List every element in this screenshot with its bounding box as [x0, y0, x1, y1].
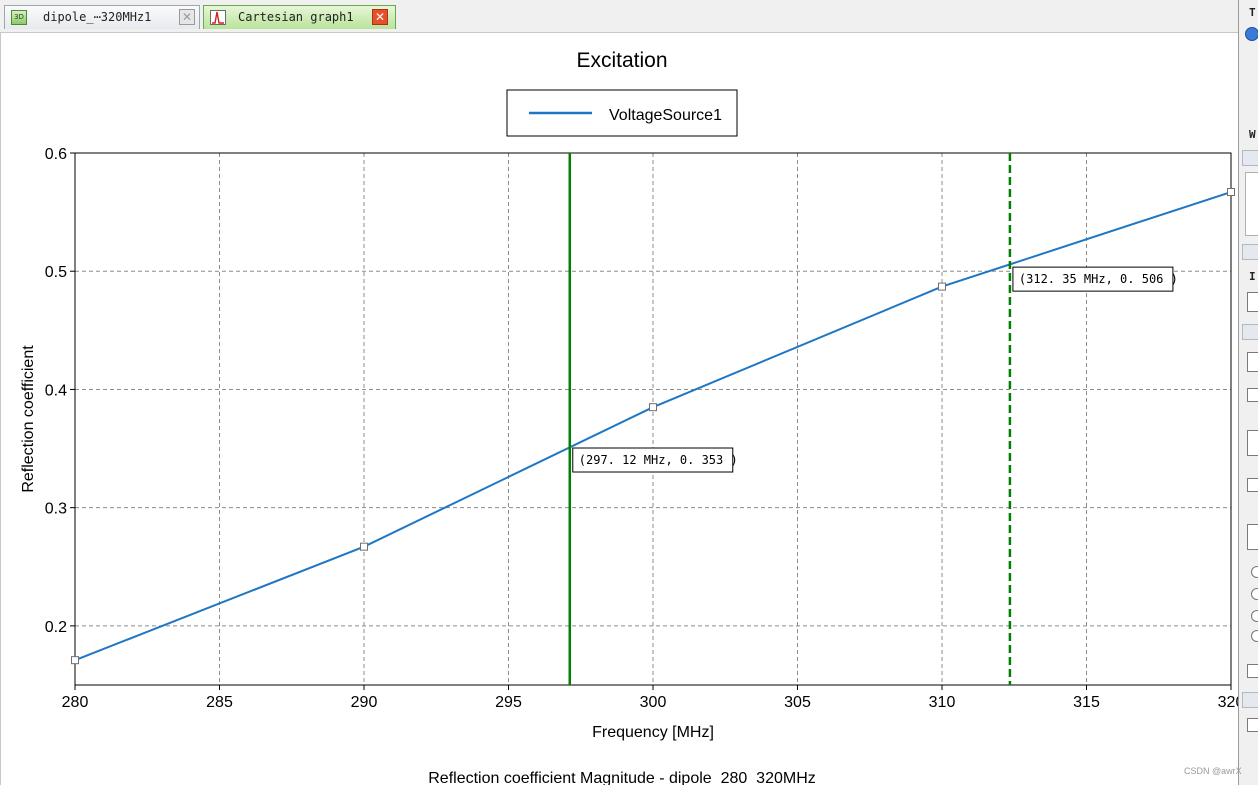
- y-tick-label: 0.5: [45, 264, 67, 281]
- panel-collapse-bar[interactable]: [1242, 150, 1258, 166]
- y-tick-label: 0.3: [45, 501, 67, 518]
- tab-dipole-3d-view[interactable]: 3D dipole_⋯320MHz1 ✕: [4, 5, 200, 29]
- panel-field[interactable]: [1247, 524, 1258, 550]
- panel-collapse-bar[interactable]: [1242, 692, 1258, 708]
- data-point: [938, 282, 946, 291]
- panel-text-box: [1245, 172, 1258, 236]
- panel-field[interactable]: [1247, 430, 1258, 456]
- watermark: CSDN @awrX: [1184, 766, 1242, 776]
- tab-cartesian-graph[interactable]: Cartesian graph1 ✕: [203, 5, 396, 29]
- panel-toggle-icon[interactable]: [1245, 27, 1258, 41]
- x-tick-label: 320: [1218, 694, 1239, 711]
- panel-radio[interactable]: [1251, 588, 1258, 600]
- panel-checkbox[interactable]: [1247, 388, 1258, 402]
- panel-checkbox[interactable]: [1247, 478, 1258, 492]
- close-icon[interactable]: ✕: [179, 9, 195, 25]
- x-tick-label: 310: [929, 694, 956, 711]
- 3d-view-icon: 3D: [11, 10, 27, 25]
- panel-collapse-bar[interactable]: [1242, 324, 1258, 340]
- x-tick-label: 315: [1073, 694, 1100, 711]
- panel-collapse-bar[interactable]: [1242, 244, 1258, 260]
- data-point: [360, 542, 368, 551]
- close-icon[interactable]: ✕: [372, 9, 388, 25]
- y-tick-label: 0.6: [45, 146, 67, 163]
- y-axis-label: Reflection coefficient: [20, 345, 37, 493]
- panel-label: I: [1249, 270, 1256, 283]
- x-tick-label: 290: [351, 694, 378, 711]
- data-point: [71, 656, 79, 665]
- x-tick-label: 280: [62, 694, 89, 711]
- data-point: [649, 403, 657, 412]
- graph-icon: [210, 10, 226, 25]
- panel-radio[interactable]: [1251, 630, 1258, 642]
- marker-label: (312. 35 MHz, 0. 506 ): [1019, 272, 1178, 286]
- panel-field[interactable]: [1247, 292, 1258, 312]
- data-point: [1227, 188, 1235, 197]
- x-tick-label: 295: [495, 694, 522, 711]
- properties-panel: T W I: [1238, 0, 1258, 785]
- panel-section-header: W: [1249, 128, 1256, 141]
- chart-area: Excitation VoltageSource1 280 285 290 295 300 3…: [0, 33, 1244, 787]
- chart-caption: Reflection coefficient Magnitude - dipol…: [428, 770, 816, 785]
- panel-checkbox[interactable]: [1247, 718, 1258, 732]
- y-tick-label: 0.2: [45, 619, 67, 636]
- y-tick-label: 0.4: [45, 382, 67, 399]
- panel-field[interactable]: [1247, 352, 1258, 372]
- x-axis-label: Frequency [MHz]: [592, 724, 714, 741]
- x-tick-label: 285: [206, 694, 233, 711]
- panel-radio[interactable]: [1251, 610, 1258, 622]
- chart: Excitation VoltageSource1 280 285 290 295 300 3…: [20, 49, 1244, 787]
- chart-title: Excitation: [576, 49, 667, 72]
- panel-radio[interactable]: [1251, 566, 1258, 578]
- panel-checkbox[interactable]: [1247, 664, 1258, 678]
- tab-label: Cartesian graph1: [238, 10, 354, 24]
- tab-bar: 3D dipole_⋯320MHz1 ✕ Cartesian graph1 ✕: [0, 0, 1238, 33]
- panel-header: T: [1249, 6, 1256, 19]
- x-tick-label: 300: [640, 694, 667, 711]
- marker-label: (297. 12 MHz, 0. 353 ): [579, 453, 738, 467]
- x-tick-label: 305: [784, 694, 811, 711]
- legend-label: VoltageSource1: [609, 107, 722, 124]
- tab-label: dipole_⋯320MHz1: [43, 10, 152, 24]
